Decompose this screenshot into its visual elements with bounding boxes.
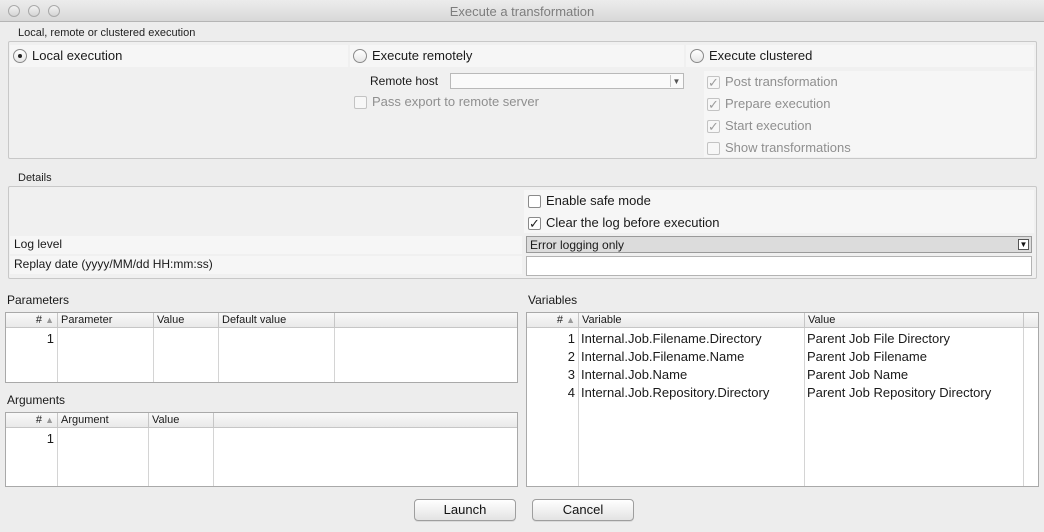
post-transformation-label: Post transformation <box>725 74 838 89</box>
replay-date-label: Replay date (yyyy/MM/dd HH:mm:ss) <box>14 257 213 271</box>
log-level-select[interactable]: Error logging only ▼ <box>526 236 1032 253</box>
arguments-table[interactable]: # ▲ Argument Value 1 <box>5 412 518 487</box>
variables-table[interactable]: # ▲ Variable Value 1 Internal.Job.Filena… <box>526 312 1039 487</box>
log-level-value: Error logging only <box>530 238 625 252</box>
parameters-table[interactable]: # ▲ Parameter Value Default value 1 <box>5 312 518 383</box>
execute-clustered-label: Execute clustered <box>709 48 813 63</box>
details-group-label: Details <box>18 172 52 184</box>
show-transformations-label: Show transformations <box>725 140 851 155</box>
table-row-value[interactable]: Parent Job Filename <box>807 349 927 365</box>
safe-mode-checkbox[interactable] <box>528 195 541 208</box>
parameters-col-num[interactable]: # ▲ <box>6 313 58 328</box>
table-row-num: 2 <box>567 349 575 364</box>
start-execution-label: Start execution <box>725 118 812 133</box>
safe-mode-label: Enable safe mode <box>546 193 651 208</box>
table-row-num: 1 <box>567 331 575 346</box>
table-row-variable[interactable]: Internal.Job.Filename.Directory <box>581 331 762 347</box>
arguments-title: Arguments <box>7 393 66 407</box>
pass-export-checkbox[interactable] <box>354 96 367 109</box>
launch-button[interactable]: Launch <box>414 499 516 521</box>
show-transformations-checkbox[interactable] <box>707 142 720 155</box>
clear-log-label: Clear the log before execution <box>546 215 720 230</box>
local-execution-radio[interactable] <box>13 49 27 63</box>
remote-host-label: Remote host <box>370 74 439 88</box>
execution-group-label: Local, remote or clustered execution <box>18 27 196 39</box>
variables-col-num[interactable]: # ▲ <box>527 313 579 328</box>
clear-log-checkbox[interactable]: ✓ <box>528 217 541 230</box>
table-row-num: 4 <box>567 385 575 400</box>
sort-ascending-icon: ▲ <box>45 315 54 325</box>
arguments-col-argument[interactable]: Argument <box>58 413 149 428</box>
table-row-value[interactable]: Parent Job File Directory <box>807 331 950 347</box>
table-row-variable[interactable]: Internal.Job.Filename.Name <box>581 349 744 365</box>
table-row-variable[interactable]: Internal.Job.Name <box>581 367 687 383</box>
variables-header: # ▲ Variable Value <box>527 313 1038 328</box>
arguments-header: # ▲ Argument Value <box>6 413 517 428</box>
prepare-execution-label: Prepare execution <box>725 96 831 111</box>
local-execution-label: Local execution <box>32 48 123 63</box>
table-row[interactable]: 1 <box>6 431 54 447</box>
cancel-button[interactable]: Cancel <box>532 499 634 521</box>
replay-date-input[interactable] <box>526 256 1032 276</box>
execute-remotely-radio[interactable] <box>353 49 367 63</box>
pass-export-label: Pass export to remote server <box>372 94 539 109</box>
start-execution-checkbox[interactable]: ✓ <box>707 120 720 133</box>
arguments-col-num[interactable]: # ▲ <box>6 413 58 428</box>
variables-col-variable[interactable]: Variable <box>579 313 805 328</box>
execute-clustered-radio[interactable] <box>690 49 704 63</box>
parameters-col-value[interactable]: Value <box>154 313 219 328</box>
window-title: Execute a transformation <box>449 4 595 19</box>
table-row-num: 3 <box>567 367 575 382</box>
table-row-variable[interactable]: Internal.Job.Repository.Directory <box>581 385 769 401</box>
table-row-value[interactable]: Parent Job Name <box>807 367 908 383</box>
log-level-label: Log level <box>14 237 63 251</box>
parameters-col-parameter[interactable]: Parameter <box>58 313 154 328</box>
arguments-col-value[interactable]: Value <box>149 413 214 428</box>
parameters-col-default[interactable]: Default value <box>219 313 335 328</box>
log-level-row-bg <box>10 236 522 254</box>
chevron-down-icon: ▼ <box>1018 239 1029 250</box>
parameters-title: Parameters <box>7 293 70 307</box>
prepare-execution-checkbox[interactable]: ✓ <box>707 98 720 111</box>
title-bar: Execute a transformation <box>0 0 1044 22</box>
variables-title: Variables <box>528 293 578 307</box>
remote-host-select[interactable]: ▼ <box>450 73 684 89</box>
table-row-value[interactable]: Parent Job Repository Directory <box>807 385 991 401</box>
sort-ascending-icon: ▲ <box>45 415 54 425</box>
variables-col-value[interactable]: Value <box>805 313 1024 328</box>
execute-remotely-label: Execute remotely <box>372 48 473 63</box>
post-transformation-checkbox[interactable]: ✓ <box>707 76 720 89</box>
table-row[interactable]: 1 <box>6 331 54 347</box>
chevron-down-icon: ▼ <box>670 75 682 87</box>
sort-ascending-icon: ▲ <box>566 315 575 325</box>
parameters-header: # ▲ Parameter Value Default value <box>6 313 517 328</box>
